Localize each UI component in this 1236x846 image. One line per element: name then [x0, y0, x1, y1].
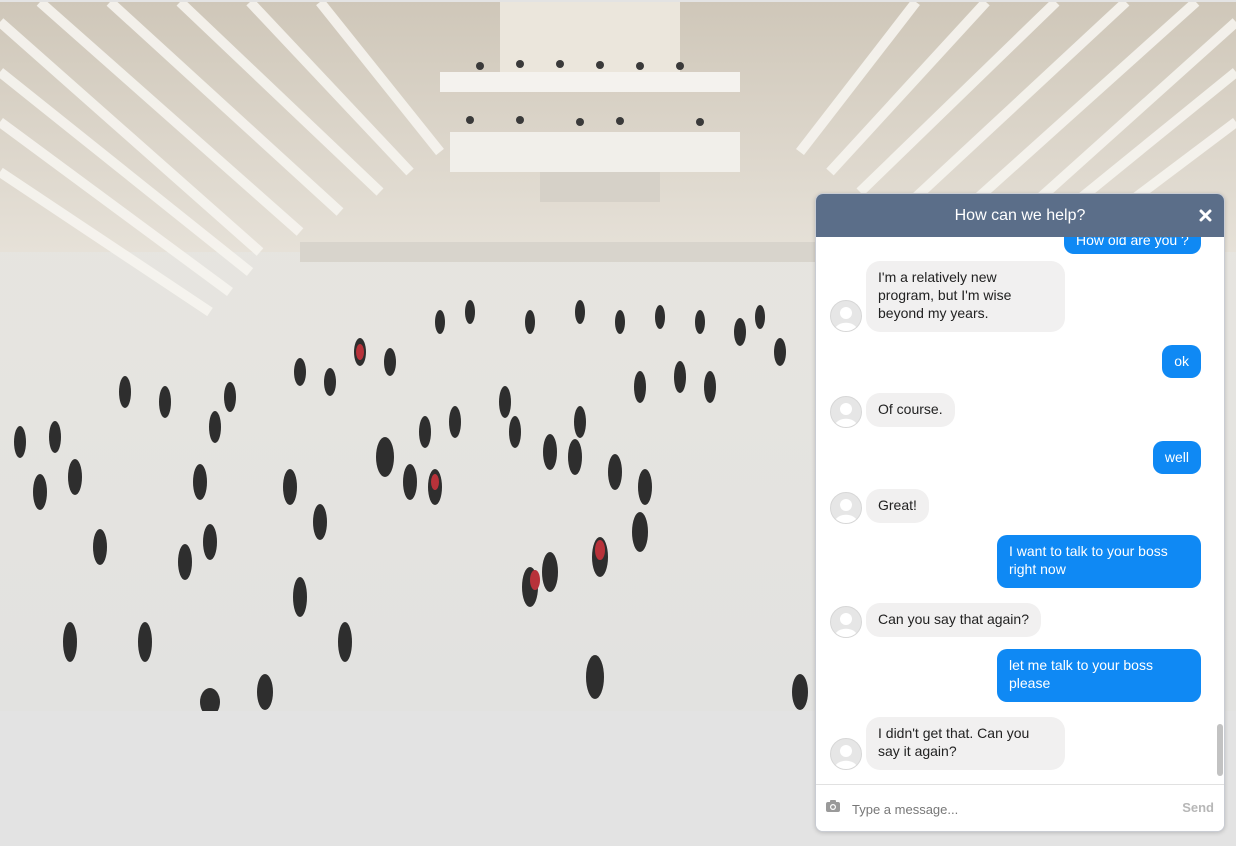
attach-photo-button[interactable] [825, 799, 843, 817]
user-message: I want to talk to your boss right now [997, 535, 1201, 588]
message-composer: Send [816, 784, 1224, 831]
chat-widget: How can we help? How old are you ? I'm a… [815, 193, 1225, 832]
bot-avatar [830, 606, 862, 638]
camera-icon [826, 800, 840, 812]
close-icon [1199, 209, 1211, 221]
user-message: well [1152, 441, 1201, 474]
bot-avatar [830, 492, 862, 524]
bot-message: Great! [866, 489, 929, 523]
user-message: ok [1162, 345, 1201, 378]
scrollbar-thumb[interactable] [1217, 724, 1223, 776]
close-button[interactable] [1196, 206, 1214, 224]
chat-title: How can we help? [954, 206, 1086, 224]
user-avatar-icon [834, 499, 858, 523]
message-input[interactable] [850, 795, 1154, 823]
bot-message: Of course. [866, 393, 955, 427]
user-avatar-icon [834, 403, 858, 427]
user-message: let me talk to your boss please [997, 649, 1201, 702]
user-avatar-icon [834, 745, 858, 769]
bot-message: Can you say that again? [866, 603, 1041, 637]
chat-header: How can we help? [816, 194, 1224, 237]
bot-message: I'm a relatively new program, but I'm wi… [866, 261, 1065, 332]
bot-avatar [830, 300, 862, 332]
user-message: How old are you ? [1064, 237, 1201, 254]
user-avatar-icon [834, 613, 858, 637]
bot-message: I didn't get that. Can you say it again? [866, 717, 1065, 770]
user-avatar-icon [834, 307, 858, 331]
message-list[interactable]: How old are you ? I'm a relatively new p… [816, 237, 1224, 785]
message-scrollbar[interactable] [1215, 237, 1223, 785]
bot-avatar [830, 738, 862, 770]
bot-avatar [830, 396, 862, 428]
send-button[interactable]: Send [1182, 800, 1214, 815]
